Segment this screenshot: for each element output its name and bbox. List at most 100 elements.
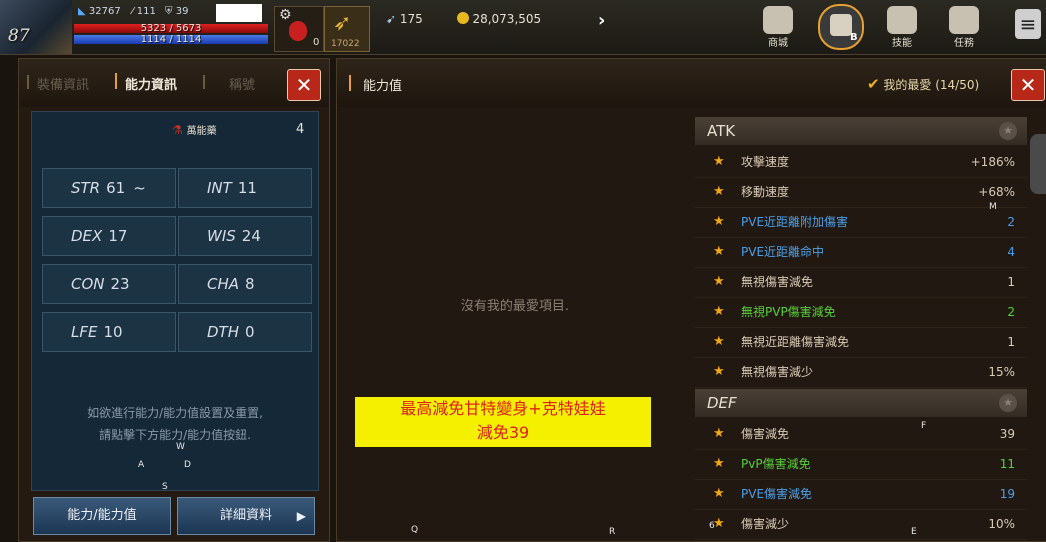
def-section-header[interactable]: DEF ★ [695,389,1027,417]
favorite-star-icon[interactable]: ★ [713,297,725,327]
stat-con[interactable]: CON 23 [42,264,176,304]
ability-button[interactable]: 能力/能力值 [33,497,171,535]
currency-readout: ➹ 175 28,073,505 [386,12,542,26]
stat-row-value: 4 [1007,245,1015,259]
fist-icon [830,14,852,36]
stat-row-name: PVE近距離附加傷害 [741,215,849,229]
shop-bag-icon [763,6,793,34]
stat-row-name: 移動速度 [741,185,790,199]
favorite-toggle[interactable]: ✔ 我的最愛 (14/50) [867,75,979,93]
tab-title[interactable]: 稱號 [229,74,255,93]
stat-row-name: PvP傷害減免 [741,457,811,471]
favorite-star-icon[interactable]: ★ [713,327,725,357]
key-hint-r: R [609,527,616,537]
shop-button[interactable]: 商城 [752,4,804,50]
potion-icon [289,21,307,41]
exp-readout: ◣ 32767 ⁄ 111 ⛨ 39 [78,6,189,17]
close-icon[interactable]: ✕ [287,69,321,101]
shield-icon: ⛨ [165,6,173,17]
stat-dex[interactable]: DEX 17 [42,216,176,256]
gold-coin-icon [456,12,469,24]
key-hint-d: D [184,460,191,470]
key-hint-f: F [921,421,927,431]
favorite-star-icon[interactable]: ★ [713,177,725,207]
stat-lfe[interactable]: LFE 10 [42,312,176,352]
close-icon[interactable]: ✕ [1011,69,1045,101]
ability-hint: 如欲進行能力/能力值設置及重置, 請點擊下方能力/能力值按鈕. [87,406,263,442]
stat-row-name: 無視PVP傷害減免 [741,305,836,319]
stat-row[interactable]: ★ PVE近距離命中 4 [695,237,1027,268]
stat-str[interactable]: STR 61 ~ [42,168,176,208]
favorite-star-icon[interactable]: ★ [999,394,1017,412]
stat-row[interactable]: ★ 移動速度 +68% [695,177,1027,208]
side-scroll-handle[interactable] [1030,134,1046,194]
stat-row-name: 攻擊速度 [741,155,790,169]
mp-text: 1114 / 1114 [140,34,202,45]
stat-row[interactable]: ★ PVE近距離附加傷害 2 [695,207,1027,238]
exp-icon: ◣ [78,6,86,17]
title-accent [349,75,351,91]
right-title-bar: 能力值 ✔ 我的最愛 (14/50) ✕ [337,59,1046,107]
key-hint-e: E [911,527,917,537]
stat-wis[interactable]: WIS 24 [178,216,312,256]
atk-section-header[interactable]: ATK ★ [695,117,1027,145]
tab-equipment[interactable]: 裝備資訊 [37,74,89,93]
gear-icon: ⚙ [279,7,292,23]
stat-row-value: +186% [970,155,1015,169]
name-box [216,4,262,22]
key-hint-6: 6 [709,521,715,531]
transform-button[interactable]: B [818,4,864,50]
hp-text: 5323 / 5673 [140,23,202,34]
sword-icon: ⁄ [131,6,134,17]
favorite-star-icon[interactable]: ★ [713,419,725,449]
stat-row[interactable]: ★ 無視傷害減少 15% [695,357,1027,388]
key-hint-s: S [162,482,168,492]
stat-row-value: 10% [988,517,1015,531]
favorite-star-icon[interactable]: ★ [713,237,725,267]
stat-row[interactable]: ★ 傷害減少 10% [695,509,1027,540]
hp-bar: 5323 / 5673 [74,23,268,34]
key-hint-a: A [138,460,145,470]
tab-ability[interactable]: 能力資訊 [125,74,177,93]
stat-row[interactable]: ★ 無視傷害減免 1 [695,267,1027,298]
play-arrow-icon: ▶ [296,509,306,523]
chevron-right-icon[interactable]: › [598,10,605,31]
key-hint-q: Q [411,525,419,535]
detail-button[interactable]: 詳細資料 ▶ [177,497,315,535]
favorite-star-icon[interactable]: ★ [713,207,725,237]
stat-row[interactable]: ★ PVE傷害減免 19 [695,479,1027,510]
ability-value-panel: 能力值 ✔ 我的最愛 (14/50) ✕ 沒有我的最愛項目. 最高減免甘特變身+… [336,58,1046,542]
stat-row[interactable]: ★ 攻擊速度 +186% [695,147,1027,178]
tab-divider [203,75,205,89]
key-hint-m: M [989,202,997,212]
favorite-star-icon[interactable]: ★ [713,357,725,387]
hamburger-menu-icon[interactable]: ≡ [1015,9,1041,39]
stat-row-value: 2 [1007,215,1015,229]
annotation-note: 最高減免甘特變身+克特娃娃 減免39 [355,397,651,447]
stat-row[interactable]: ★ 傷害減免 39 [695,419,1027,450]
key-hint-w: W [176,442,185,452]
favorite-star-icon[interactable]: ★ [713,267,725,297]
stat-row-name: PVE傷害減免 [741,487,813,501]
stat-row[interactable]: ★ 無視PVP傷害減免 2 [695,297,1027,328]
elixir-row: ⚗ 萬能藥 [172,123,217,137]
favorite-star-icon[interactable]: ★ [713,449,725,479]
skills-button[interactable]: 技能 [876,4,928,50]
stat-row-value: 11 [999,457,1015,471]
mp-bar: 1114 / 1114 [74,34,268,45]
stat-row-name: 無視傷害減少 [741,365,814,379]
favorite-star-icon[interactable]: ★ [713,479,725,509]
stat-row[interactable]: ★ 無視近距離傷害減免 1 [695,327,1027,358]
stat-dth[interactable]: DTH 0 [178,312,312,352]
panel-title: 能力值 [363,79,403,94]
stat-int[interactable]: INT 11 [178,168,312,208]
stat-row-name: 傷害減少 [741,517,790,531]
potion-slot[interactable]: ⚙ 0 [274,6,324,52]
stat-row[interactable]: ★ PvP傷害減免 11 [695,449,1027,480]
stat-row-value: 1 [1007,335,1015,349]
stat-cha[interactable]: CHA 8 [178,264,312,304]
item-slot[interactable]: ➶ 17022 [324,6,370,52]
favorite-star-icon[interactable]: ★ [999,122,1017,140]
quest-button[interactable]: 任務 [938,4,990,50]
favorite-star-icon[interactable]: ★ [713,147,725,177]
